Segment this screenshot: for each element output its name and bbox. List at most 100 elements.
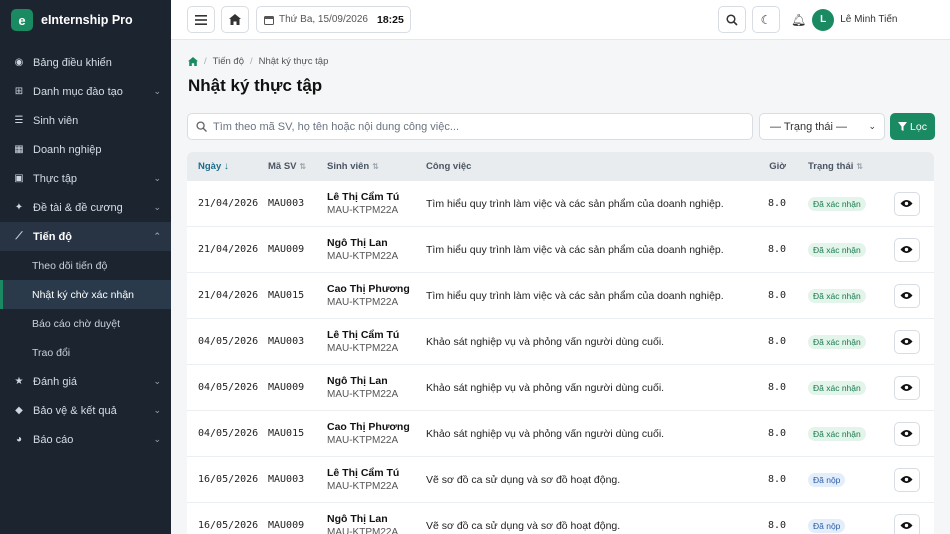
student-name: Lê Thị Cẩm Tú xyxy=(327,467,400,479)
sidebar-item[interactable]: ◕ Báo cáo ⌄ xyxy=(0,425,171,454)
cell-student: Ngô Thị Lan MAU-KTPM22A xyxy=(327,375,426,400)
table-row[interactable]: 21/04/2026 MAU015 Cao Thị Phương MAU-KTPM22… xyxy=(187,273,934,319)
sidebar-item[interactable]: ▦ Doanh nghiệp xyxy=(0,135,171,164)
student-name: Lê Thị Cẩm Tú xyxy=(327,329,400,341)
col-student[interactable]: Sinh viên ⇅ xyxy=(327,161,426,172)
cell-code: MAU003 xyxy=(268,336,305,347)
sidebar-subitem[interactable]: Theo dõi tiến độ xyxy=(0,251,171,280)
cell-date: 21/04/2026 xyxy=(198,290,259,301)
sidebar-item-label: Thực tập xyxy=(33,172,78,185)
table-row[interactable]: 04/05/2026 MAU015 Cao Thị Phương MAU-KTPM22… xyxy=(187,411,934,457)
cell-hours: 8.0 xyxy=(767,198,786,209)
status-badge: Đã nộp xyxy=(808,518,846,533)
theme-toggle-button[interactable]: ☾ xyxy=(752,6,780,33)
view-button[interactable] xyxy=(893,375,920,400)
cell-student: Ngô Thị Lan MAU-KTPM22A xyxy=(327,513,426,534)
sidebar-item-label: Bảo vệ & kết quả xyxy=(33,404,117,417)
sidebar-item[interactable]: ✦ Đề tài & đề cương ⌄ xyxy=(0,193,171,222)
home-icon xyxy=(229,14,241,25)
calendar-icon xyxy=(264,15,274,25)
cell-task: Vẽ sơ đồ ca sử dụng và sơ đồ hoạt động. xyxy=(426,519,621,532)
cell-task: Tìm hiểu quy trình làm việc và các sản p… xyxy=(426,197,724,210)
table-row[interactable]: 21/04/2026 MAU003 Lê Thị Cẩm Tú MAU-KTPM22A… xyxy=(187,181,934,227)
student-class: MAU-KTPM22A xyxy=(327,389,399,400)
eye-icon xyxy=(900,384,913,391)
cell-status: Đã nộp xyxy=(794,518,879,533)
sidebar-subitem[interactable]: Nhật ký chờ xác nhận xyxy=(0,280,171,309)
cell-code: MAU009 xyxy=(268,382,305,393)
student-name: Ngô Thị Lan xyxy=(327,513,388,525)
lightbulb-icon: ✦ xyxy=(14,202,24,213)
dashboard-icon: ◉ xyxy=(14,57,24,68)
view-button[interactable] xyxy=(893,513,920,534)
sidebar-item[interactable]: ★ Đánh giá ⌄ xyxy=(0,367,171,396)
status-badge: Đã xác nhận xyxy=(808,288,866,303)
eye-icon xyxy=(900,200,913,207)
sidebar-item[interactable]: ⊞ Danh mục đào tạo ⌄ xyxy=(0,77,171,106)
col-date[interactable]: Ngày ↓ xyxy=(187,161,268,172)
hamburger-icon xyxy=(195,14,207,25)
breadcrumb-parent[interactable]: Tiến độ xyxy=(213,56,244,67)
sidebar-item-label: Bảng điều khiển xyxy=(33,56,112,69)
page-title: Nhật ký thực tập xyxy=(188,76,323,95)
sidebar-item[interactable]: ◉ Bảng điều khiển xyxy=(0,48,171,77)
user-menu[interactable]: 🔔︎ L Lê Minh Tiến xyxy=(791,6,921,33)
table-row[interactable]: 16/05/2026 MAU009 Ngô Thị Lan MAU-KTPM22A Vẽ… xyxy=(187,503,934,534)
table-row[interactable]: 04/05/2026 MAU009 Ngô Thị Lan MAU-KTPM22A Kh… xyxy=(187,365,934,411)
sidebar-subitem[interactable]: Trao đổi xyxy=(0,338,171,367)
table-row[interactable]: 21/04/2026 MAU009 Ngô Thị Lan MAU-KTPM22A Tì… xyxy=(187,227,934,273)
sidebar-item[interactable]: ◆ Bảo vệ & kết quả ⌄ xyxy=(0,396,171,425)
cell-code: MAU015 xyxy=(268,290,305,301)
student-name: Cao Thị Phương xyxy=(327,283,410,295)
cell-date: 04/05/2026 xyxy=(198,428,259,439)
filter-button[interactable]: Lọc xyxy=(890,113,935,140)
sidebar-item-label: Đề tài & đề cương xyxy=(33,201,123,214)
sidebar-item[interactable]: ☰ Sinh viên xyxy=(0,106,171,135)
cell-actions xyxy=(879,329,934,354)
sidebar-item-label: Đánh giá xyxy=(33,375,78,388)
cell-student: Ngô Thị Lan MAU-KTPM22A xyxy=(327,237,426,262)
status-badge: Đã xác nhận xyxy=(808,242,866,257)
chevron-down-icon: ⌄ xyxy=(153,405,161,415)
sidebar-item[interactable]: ⟋ Tiến độ ⌃ xyxy=(0,222,171,251)
view-button[interactable] xyxy=(893,283,920,308)
sidebar-subitem[interactable]: Báo cáo chờ duyệt xyxy=(0,309,171,338)
status-select[interactable]: — Trạng thái — ⌄ xyxy=(759,113,885,140)
sidebar-item[interactable]: ▣ Thực tập ⌄ xyxy=(0,164,171,193)
view-button[interactable] xyxy=(893,329,920,354)
view-button[interactable] xyxy=(893,237,920,262)
col-status[interactable]: Trạng thái ⇅ xyxy=(794,161,879,172)
cell-student: Cao Thị Phương MAU-KTPM22A xyxy=(327,421,426,446)
sort-icon: ⇅ xyxy=(372,162,379,171)
student-class: MAU-KTPM22A xyxy=(327,343,399,354)
status-badge: Đã xác nhận xyxy=(808,196,866,211)
table-row[interactable]: 16/05/2026 MAU003 Lê Thị Cẩm Tú MAU-KTPM22A… xyxy=(187,457,934,503)
cell-code: MAU003 xyxy=(268,474,305,485)
brand[interactable]: e eInternship Pro xyxy=(0,0,171,40)
chevron-down-icon: ⌄ xyxy=(153,434,161,444)
cell-actions xyxy=(879,375,934,400)
menu-toggle-button[interactable] xyxy=(187,6,215,33)
arrow-down-icon: ↓ xyxy=(223,161,229,172)
search-button[interactable] xyxy=(718,6,746,33)
eye-icon xyxy=(900,476,913,483)
bell-icon[interactable]: 🔔︎ xyxy=(791,13,806,27)
home-icon[interactable] xyxy=(188,57,198,66)
view-button[interactable] xyxy=(893,191,920,216)
briefcase-icon: ▣ xyxy=(14,173,24,184)
search-input[interactable]: Tìm theo mã SV, họ tên hoặc nội dung côn… xyxy=(187,113,753,140)
cell-actions xyxy=(879,283,934,308)
brand-logo: e xyxy=(11,9,33,31)
table-row[interactable]: 04/05/2026 MAU003 Lê Thị Cẩm Tú MAU-KTPM22A… xyxy=(187,319,934,365)
status-badge: Đã nộp xyxy=(808,472,846,487)
student-name: Ngô Thị Lan xyxy=(327,375,388,387)
sort-icon: ⇅ xyxy=(856,162,864,171)
chevron-down-icon: ⌄ xyxy=(153,86,161,96)
view-button[interactable] xyxy=(893,421,920,446)
cell-hours: 8.0 xyxy=(767,520,786,531)
col-code[interactable]: Mã SV ⇅ xyxy=(268,161,327,172)
building-icon: ▦ xyxy=(14,144,24,155)
cell-code: MAU009 xyxy=(268,520,305,531)
home-button[interactable] xyxy=(221,6,249,33)
view-button[interactable] xyxy=(893,467,920,492)
